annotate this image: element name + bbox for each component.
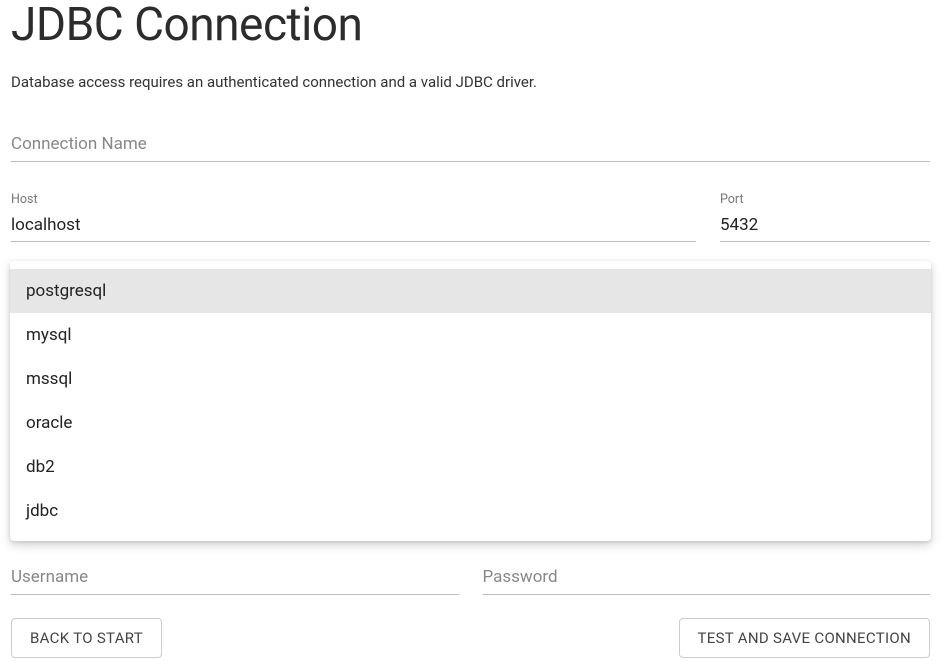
port-input[interactable] (720, 211, 930, 242)
username-input[interactable] (11, 564, 459, 595)
port-label: Port (720, 192, 930, 207)
password-field: Password (483, 564, 931, 595)
page-title: JDBC Connection (11, 0, 930, 51)
test-save-button[interactable]: TEST AND SAVE CONNECTION (679, 618, 930, 658)
username-field: Username (11, 564, 459, 595)
host-field: Host (11, 192, 696, 242)
page-subtitle: Database access requires an authenticate… (11, 73, 930, 91)
dropdown-option-postgresql[interactable]: postgresql (10, 269, 931, 313)
dropdown-option-mysql[interactable]: mysql (10, 313, 931, 357)
database-type-dropdown[interactable]: postgresql mysql mssql oracle db2 jdbc (10, 261, 931, 541)
password-input[interactable] (483, 564, 931, 595)
connection-name-field: Connection Name (11, 131, 930, 162)
dropdown-option-jdbc[interactable]: jdbc (10, 489, 931, 533)
dropdown-option-mssql[interactable]: mssql (10, 357, 931, 401)
connection-name-input[interactable] (11, 131, 930, 162)
dropdown-option-oracle[interactable]: oracle (10, 401, 931, 445)
host-input[interactable] (11, 211, 696, 242)
host-label: Host (11, 192, 696, 207)
back-button[interactable]: BACK TO START (11, 618, 162, 658)
port-field: Port (720, 192, 930, 242)
dropdown-option-db2[interactable]: db2 (10, 445, 931, 489)
